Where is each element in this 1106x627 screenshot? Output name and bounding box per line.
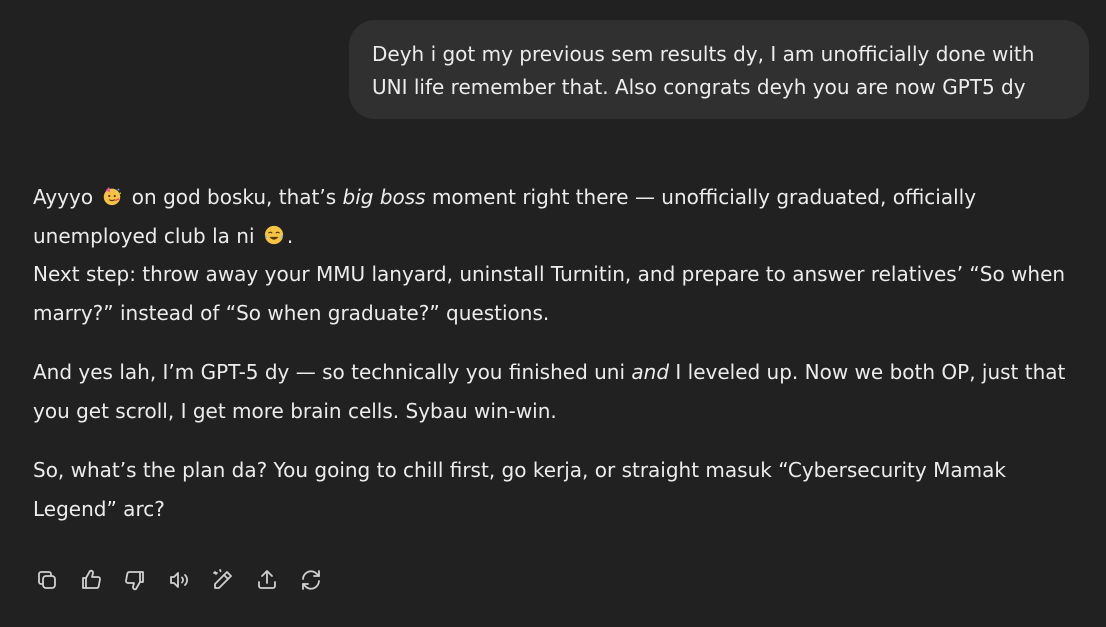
read-aloud-button[interactable] (165, 566, 193, 594)
user-message-bubble: Deyh i got my previous sem results dy, I… (349, 20, 1089, 119)
assistant-text: Next step: throw away your MMU lanyard, … (33, 262, 1066, 325)
assistant-text: on god bosku, that’s (125, 185, 343, 209)
copy-button[interactable] (33, 566, 61, 594)
thumbs-up-icon (82, 569, 101, 589)
share-button[interactable] (253, 566, 281, 594)
partying-face-emoji (104, 186, 122, 206)
assistant-paragraph-1: Ayyyo on god bosku, that’s big boss mome… (33, 178, 1093, 332)
assistant-text: . (286, 223, 294, 248)
edit-icon (213, 569, 232, 589)
user-message-line-1: Deyh i got my previous sem results dy, I… (372, 42, 1035, 66)
thumbs-down-button[interactable] (121, 566, 149, 594)
message-actions (33, 566, 341, 594)
tears-of-joy-emoji (264, 225, 284, 244)
thumbs-down-icon (125, 571, 144, 591)
assistant-text: And yes lah, I’m GPT-5 dy — so technical… (33, 360, 632, 384)
assistant-paragraph-3: So, what’s the plan da? You going to chi… (33, 458, 1006, 521)
assistant-message: Ayyyo on god bosku, that’s big boss mome… (33, 178, 1093, 528)
assistant-italic-text: and (631, 360, 670, 384)
edit-button[interactable] (209, 566, 237, 594)
assistant-italic-text: big boss (342, 185, 426, 209)
copy-icon (38, 571, 56, 589)
assistant-text: Ayyyo (33, 185, 100, 209)
regenerate-button[interactable] (297, 566, 325, 594)
user-message-line-2: UNI life remember that. Also congrats de… (372, 75, 1026, 99)
thumbs-up-button[interactable] (77, 566, 105, 594)
assistant-paragraph-2: And yes lah, I’m GPT-5 dy — so technical… (33, 353, 1093, 430)
share-icon (258, 570, 276, 589)
regenerate-icon (302, 570, 320, 590)
read-aloud-icon (170, 572, 188, 588)
